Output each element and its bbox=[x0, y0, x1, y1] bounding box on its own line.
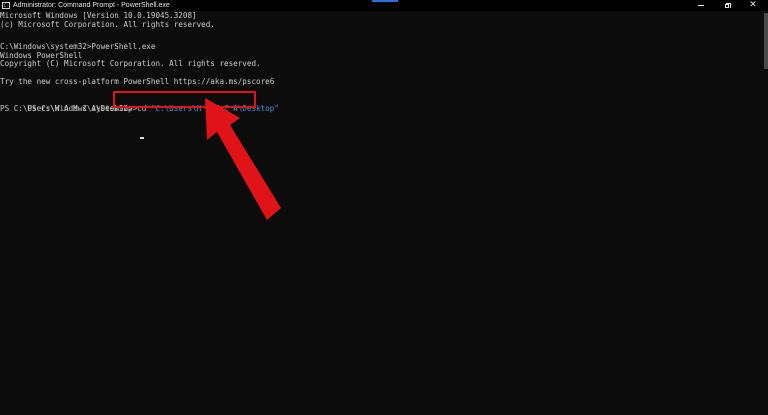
command-prompt-window: C:\ Administrator: Command Prompt - Powe… bbox=[0, 0, 768, 415]
text-cursor bbox=[140, 137, 144, 139]
restore-icon bbox=[725, 2, 731, 9]
title-accent-strip bbox=[372, 0, 398, 2]
console-line: Try the new cross-platform PowerShell ht… bbox=[0, 77, 275, 86]
command-prompt-icon[interactable]: C:\ bbox=[2, 2, 10, 9]
close-icon: ✕ bbox=[749, 0, 757, 10]
console-line: Copyright (C) Microsoft Corporation. All… bbox=[0, 59, 261, 68]
console-output-area[interactable]: Microsoft Windows [Version 10.0.19045.32… bbox=[0, 11, 768, 415]
close-button[interactable]: ✕ bbox=[736, 0, 768, 11]
scrollbar-thumb[interactable] bbox=[764, 13, 768, 69]
minimize-icon bbox=[698, 5, 704, 6]
console-line: (c) Microsoft Corporation. All rights re… bbox=[0, 20, 215, 29]
annotation-highlight-box bbox=[113, 91, 256, 108]
window-title: Administrator: Command Prompt - PowerShe… bbox=[13, 2, 170, 9]
title-bar[interactable]: C:\ Administrator: Command Prompt - Powe… bbox=[0, 0, 768, 11]
